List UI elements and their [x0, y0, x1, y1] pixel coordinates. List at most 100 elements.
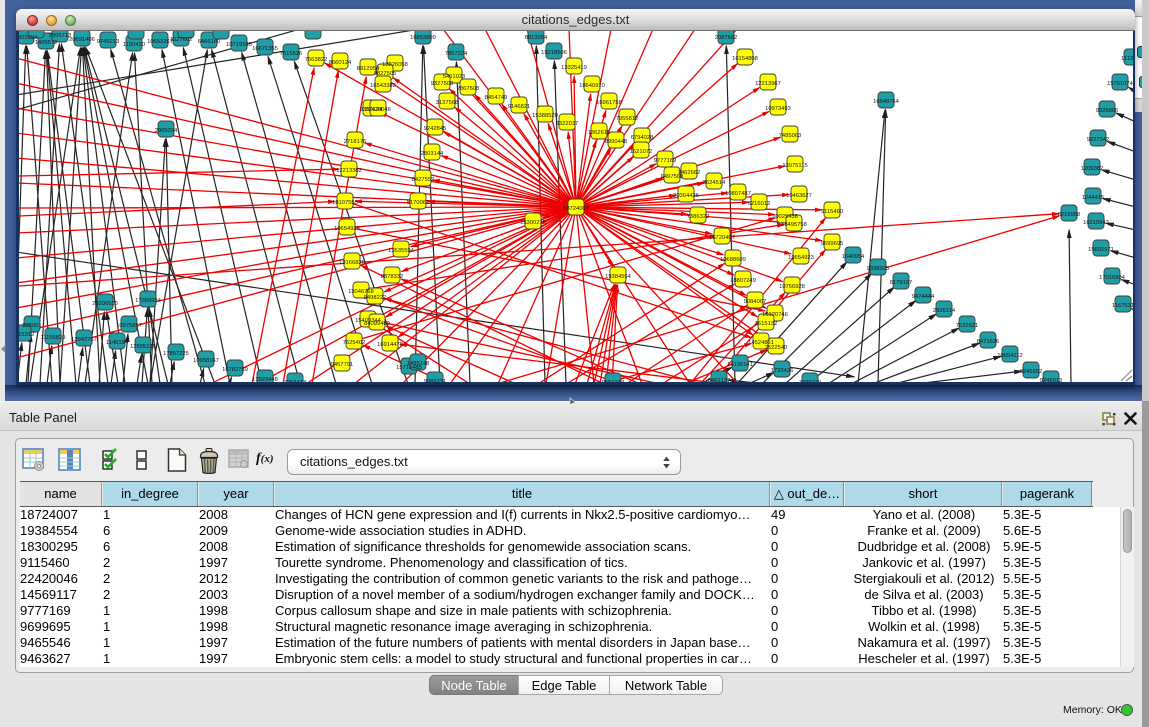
svg-text:18807249: 18807249 — [730, 278, 756, 284]
svg-text:16120746: 16120746 — [762, 312, 788, 318]
svg-text:20364436: 20364436 — [673, 193, 699, 199]
svg-text:18724007: 18724007 — [563, 206, 589, 212]
svg-text:1405572: 1405572 — [35, 40, 58, 46]
svg-text:15751074: 15751074 — [1107, 81, 1133, 87]
svg-text:8215958: 8215958 — [1058, 212, 1081, 218]
svg-text:12505135: 12505135 — [130, 344, 156, 350]
svg-text:16914479: 16914479 — [377, 342, 403, 348]
svg-text:18107553: 18107553 — [332, 200, 358, 206]
svg-text:20206526: 20206526 — [92, 301, 118, 307]
svg-text:1167531: 1167531 — [1112, 303, 1133, 309]
svg-text:10975857: 10975857 — [116, 323, 142, 329]
svg-text:9457791: 9457791 — [331, 362, 354, 368]
svg-text:17857225: 17857225 — [163, 351, 189, 357]
svg-text:2305713: 2305713 — [49, 33, 72, 39]
svg-text:16782759: 16782759 — [222, 367, 248, 373]
svg-text:2803144: 2803144 — [421, 151, 444, 157]
svg-text:1150420: 1150420 — [123, 42, 145, 48]
svg-text:3137568: 3137568 — [436, 100, 459, 106]
svg-text:8878332: 8878332 — [381, 274, 404, 280]
svg-text:2522540: 2522540 — [765, 345, 788, 351]
svg-text:1527602: 1527602 — [170, 37, 193, 43]
svg-text:18495758: 18495758 — [781, 222, 807, 228]
svg-text:9245013: 9245013 — [1040, 378, 1063, 382]
svg-text:6497568: 6497568 — [661, 174, 684, 180]
svg-text:10973493: 10973493 — [765, 106, 791, 112]
svg-text:15720407: 15720407 — [709, 235, 735, 241]
svg-text:9498222: 9498222 — [364, 295, 387, 301]
svg-text:9329966: 9329966 — [1096, 108, 1119, 114]
svg-text:8990448: 8990448 — [605, 139, 628, 145]
svg-text:22420046: 22420046 — [365, 107, 391, 113]
svg-text:3624514: 3624514 — [703, 180, 726, 186]
svg-text:19218506: 19218506 — [541, 50, 567, 56]
svg-text:11156829: 11156829 — [41, 335, 66, 341]
svg-text:7663822: 7663822 — [305, 57, 328, 63]
svg-text:8427552: 8427552 — [412, 177, 435, 183]
svg-text:7857224: 7857224 — [445, 51, 468, 57]
svg-text:2905334: 2905334 — [155, 128, 178, 134]
svg-text:10958167: 10958167 — [193, 358, 219, 364]
svg-text:9227342: 9227342 — [1087, 137, 1110, 143]
svg-text:8454749: 8454749 — [485, 95, 508, 101]
svg-text:9245652: 9245652 — [1020, 369, 1043, 375]
svg-text:9089231: 9089231 — [424, 379, 447, 382]
svg-text:13975115: 13975115 — [782, 163, 807, 169]
svg-text:10654112: 10654112 — [997, 353, 1022, 359]
svg-text:13535594: 13535594 — [388, 248, 415, 254]
svg-text:16648764: 16648764 — [873, 99, 900, 105]
svg-text:6466160: 6466160 — [198, 39, 221, 45]
svg-text:19166825: 19166825 — [339, 260, 365, 266]
svg-text:10025438: 10025438 — [772, 214, 798, 220]
svg-text:16543382: 16543382 — [370, 83, 396, 89]
svg-text:14136141: 14136141 — [727, 362, 753, 368]
svg-text:1733426: 1733426 — [771, 368, 794, 374]
svg-text:9827505: 9827505 — [374, 71, 397, 77]
svg-text:15388520: 15388520 — [532, 113, 558, 119]
svg-text:16154808: 16154808 — [732, 56, 758, 62]
svg-text:12923448: 12923448 — [252, 377, 278, 382]
svg-text:8813054: 8813054 — [525, 35, 548, 41]
svg-text:17359924: 17359924 — [135, 298, 162, 304]
svg-text:13226058: 13226058 — [382, 62, 408, 68]
svg-text:8170061: 8170061 — [407, 200, 430, 206]
svg-text:5461023: 5461023 — [443, 74, 466, 80]
svg-text:2087682: 2087682 — [715, 35, 738, 41]
svg-text:16210643: 16210643 — [1083, 220, 1109, 226]
svg-text:16853809: 16853809 — [410, 35, 436, 41]
svg-text:6462137: 6462137 — [708, 378, 731, 382]
svg-text:835001: 835001 — [22, 323, 41, 329]
svg-text:6216012: 6216012 — [748, 201, 771, 207]
svg-text:15300275: 15300275 — [520, 220, 546, 226]
svg-text:1640954: 1640954 — [842, 254, 865, 260]
svg-text:1244415: 1244415 — [1082, 195, 1105, 201]
svg-text:2867608: 2867608 — [457, 86, 480, 92]
svg-text:84099489: 84099489 — [364, 321, 390, 327]
svg-text:10756928: 10756928 — [779, 284, 805, 290]
svg-text:7339120: 7339120 — [799, 380, 822, 382]
svg-text:3915312: 3915312 — [19, 332, 34, 338]
svg-text:8322037: 8322037 — [556, 121, 579, 127]
svg-text:8471636: 8471636 — [977, 339, 1000, 345]
svg-text:18640910: 18640910 — [579, 83, 605, 89]
svg-text:10688609: 10688609 — [720, 257, 746, 263]
svg-text:7485063: 7485063 — [779, 133, 802, 139]
svg-text:7625402: 7625402 — [343, 340, 366, 346]
svg-text:2935114: 2935114 — [933, 308, 956, 314]
svg-text:9338923: 9338923 — [867, 266, 890, 272]
svg-text:10463627: 10463627 — [786, 193, 812, 199]
svg-text:12213967: 12213967 — [755, 81, 781, 87]
svg-text:1615132: 1615132 — [755, 321, 778, 327]
svg-text:16671355: 16671355 — [252, 46, 278, 52]
svg-text:6179197: 6179197 — [890, 280, 913, 286]
svg-text:7955812: 7955812 — [616, 116, 639, 122]
svg-text:16961758: 16961758 — [596, 100, 622, 106]
svg-text:15692971: 15692971 — [1088, 247, 1114, 253]
svg-text:13325419: 13325419 — [561, 65, 587, 71]
svg-text:9551234: 9551234 — [602, 380, 625, 382]
svg-text:1209382: 1209382 — [1081, 166, 1104, 172]
svg-text:9745213: 9745213 — [97, 39, 120, 45]
svg-text:20691406: 20691406 — [69, 37, 95, 43]
svg-text:6794028: 6794028 — [631, 135, 654, 141]
svg-text:19654935: 19654935 — [334, 226, 360, 232]
